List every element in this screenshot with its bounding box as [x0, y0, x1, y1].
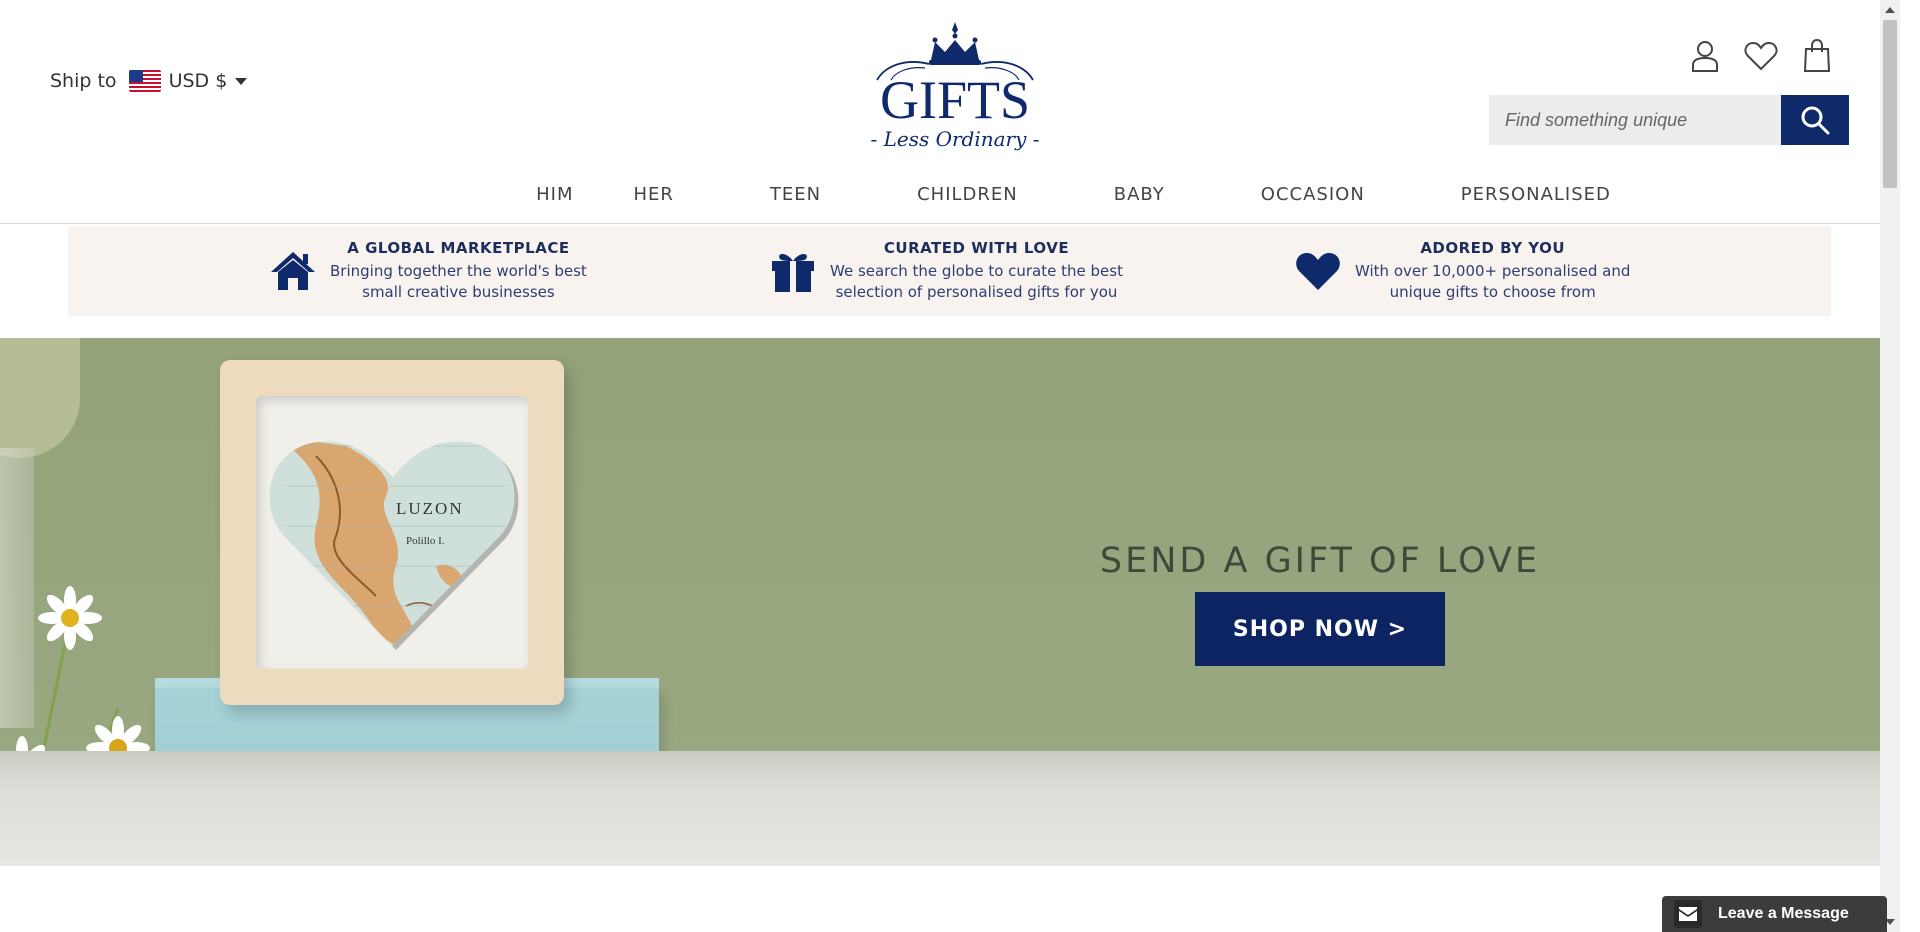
frame-inner: LUZON Polillo I.: [256, 396, 528, 669]
hero-title: SEND A GIFT OF LOVE: [1099, 541, 1541, 582]
leave-message-label: Leave a Message: [1718, 905, 1849, 922]
search-button[interactable]: [1781, 95, 1849, 145]
usp-item-adored: ADORED BY YOU With over 10,000+ personal…: [1293, 226, 1630, 316]
nav-item-baby[interactable]: BABY: [1114, 180, 1165, 209]
usp-desc-line2: small creative businesses: [362, 283, 555, 301]
usp-bar: A GLOBAL MARKETPLACE Bringing together t…: [68, 226, 1831, 316]
scroll-up-arrow-icon[interactable]: [1880, 2, 1900, 18]
leave-message-button[interactable]: Leave a Message: [1662, 896, 1887, 932]
wine-glass: [0, 338, 80, 458]
usp-desc-line1: Bringing together the world's best: [330, 262, 587, 280]
logo-sub-text: - Less Ordinary -: [870, 127, 1039, 151]
usp-title: ADORED BY YOU: [1420, 239, 1566, 257]
page: Ship to USD $ GIFTS - Less Ordinary - Fi…: [0, 0, 1900, 932]
chevron-down-icon: [235, 77, 248, 85]
usp-item-marketplace: A GLOBAL MARKETPLACE Bringing together t…: [268, 226, 587, 316]
currency-dropdown[interactable]: USD $: [128, 70, 248, 92]
shopping-bag-icon[interactable]: [1800, 38, 1834, 74]
logo-main-text: GIFTS: [880, 70, 1030, 130]
nav-item-teen[interactable]: TEEN: [770, 180, 821, 209]
heart-icon: [1293, 249, 1343, 293]
account-icon[interactable]: [1688, 38, 1722, 74]
us-flag-icon: [128, 70, 161, 92]
main-nav: HIM HER TEEN CHILDREN BABY OCCASION PERS…: [0, 180, 1900, 209]
usp-title: A GLOBAL MARKETPLACE: [347, 239, 570, 257]
hero-shelf: [0, 751, 1900, 866]
shop-now-button[interactable]: SHOP NOW >: [1195, 592, 1445, 666]
nav-item-her[interactable]: HER: [633, 180, 673, 209]
search-input[interactable]: [1489, 95, 1781, 145]
ship-to-selector: Ship to USD $: [50, 70, 248, 92]
logo[interactable]: GIFTS - Less Ordinary -: [865, 18, 1045, 158]
usp-desc-line1: With over 10,000+ personalised and: [1355, 262, 1631, 280]
heart-map-image: LUZON Polillo I.: [269, 441, 519, 650]
nav-item-personalised[interactable]: PERSONALISED: [1461, 180, 1611, 209]
scroll-thumb[interactable]: [1883, 20, 1897, 188]
page-scrollbar[interactable]: [1880, 0, 1900, 932]
nav-divider: [0, 223, 1900, 224]
usp-item-curated: CURATED WITH LOVE We search the globe to…: [768, 226, 1123, 316]
currency-value: USD $: [168, 70, 228, 92]
hero-banner[interactable]: LUZON Polillo I. SEND A GIFT OF LOVE SHO…: [0, 338, 1900, 866]
header-actions: [1688, 38, 1834, 74]
usp-desc-line2: unique gifts to choose from: [1389, 283, 1596, 301]
search-icon: [1801, 106, 1830, 135]
usp-desc-line1: We search the globe to curate the best: [830, 262, 1123, 280]
envelope-icon: [1674, 900, 1702, 928]
heart-map-frame: LUZON Polillo I.: [220, 360, 564, 705]
map-label-polillo: Polillo I.: [406, 535, 445, 547]
nav-item-him[interactable]: HIM: [536, 180, 573, 209]
usp-title: CURATED WITH LOVE: [883, 239, 1070, 257]
nav-item-children[interactable]: CHILDREN: [917, 180, 1018, 209]
map-label-luzon: LUZON: [396, 499, 464, 518]
ship-to-label: Ship to: [50, 70, 117, 92]
wishlist-heart-icon[interactable]: [1744, 38, 1778, 74]
home-icon: [268, 249, 318, 293]
search-bar: [1489, 95, 1849, 145]
nav-item-occasion[interactable]: OCCASION: [1261, 180, 1365, 209]
gift-icon: [768, 249, 818, 293]
usp-desc-line2: selection of personalised gifts for you: [835, 283, 1118, 301]
